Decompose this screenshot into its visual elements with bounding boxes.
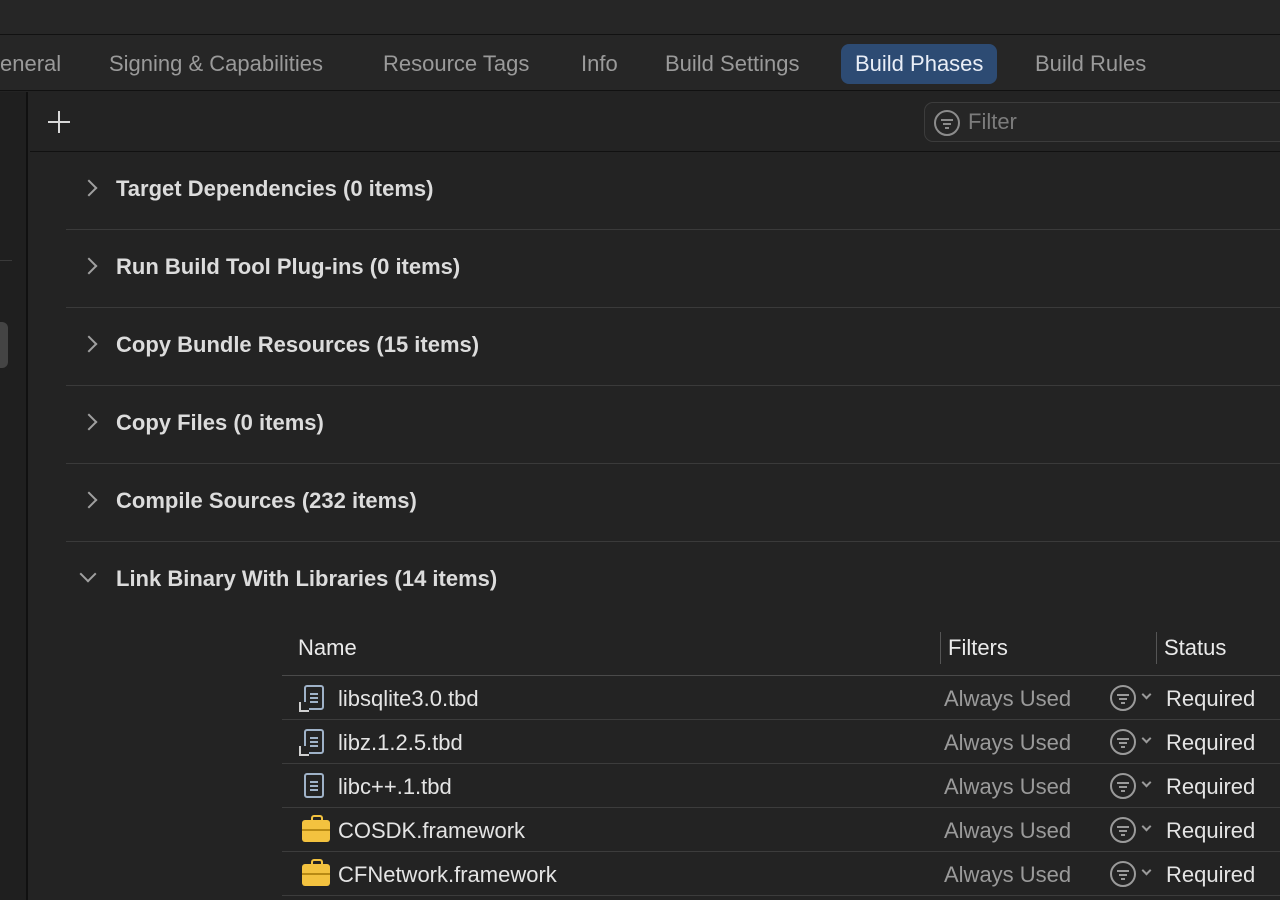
chevron-right-icon[interactable] xyxy=(80,413,98,431)
column-divider[interactable] xyxy=(1156,632,1157,664)
library-name: CFNetwork.framework xyxy=(338,862,557,887)
table-row[interactable]: CFNetwork.framework Always Used Required xyxy=(282,852,1280,896)
tab-resource-tags[interactable]: Resource Tags xyxy=(369,44,543,84)
library-filter: Always Used xyxy=(944,686,1072,711)
phase-title: Copy Files (0 items) xyxy=(116,410,324,435)
libraries-table: Name Filters Status libsqlite3.0.tbd Alw… xyxy=(282,622,1280,896)
library-filter: Always Used xyxy=(944,818,1072,843)
phase-link-binary-with-libraries[interactable]: Link Binary With Libraries (14 items) xyxy=(66,542,1280,620)
alias-arrow-icon xyxy=(299,746,309,756)
chevron-right-icon[interactable] xyxy=(80,179,98,197)
tab-build-phases[interactable]: Build Phases xyxy=(841,44,998,84)
sidebar-selected-item[interactable] xyxy=(0,322,8,368)
filter-input[interactable] xyxy=(968,107,1268,137)
column-divider[interactable] xyxy=(940,632,941,664)
library-name: libc++.1.tbd xyxy=(338,774,452,799)
table-header: Name Filters Status xyxy=(282,622,1280,676)
tab-info[interactable]: Info xyxy=(567,44,632,84)
chevron-down-icon xyxy=(1141,777,1152,788)
tab-build-rules[interactable]: Build Rules xyxy=(1021,44,1160,84)
chevron-down-icon xyxy=(1141,689,1152,700)
column-header-filters[interactable]: Filters xyxy=(948,635,1008,661)
phase-title: Run Build Tool Plug-ins (0 items) xyxy=(116,254,461,279)
filter-field xyxy=(924,102,1280,142)
library-filter: Always Used xyxy=(944,774,1072,799)
filter-icon xyxy=(1110,861,1136,887)
library-filter: Always Used xyxy=(944,862,1072,887)
library-status[interactable]: Required xyxy=(1166,686,1255,712)
framework-toolbox-icon xyxy=(302,859,330,886)
column-header-name[interactable]: Name xyxy=(298,635,357,661)
build-phases-toolbar xyxy=(30,92,1280,152)
library-status[interactable]: Required xyxy=(1166,818,1255,844)
tbd-file-icon xyxy=(304,773,324,798)
table-row[interactable]: libz.1.2.5.tbd Always Used Required xyxy=(282,720,1280,764)
filter-icon xyxy=(934,110,960,136)
alias-arrow-icon xyxy=(299,702,309,712)
tab-signing-capabilities[interactable]: Signing & Capabilities xyxy=(95,44,337,84)
library-status[interactable]: Required xyxy=(1166,774,1255,800)
chevron-right-icon[interactable] xyxy=(80,335,98,353)
phase-target-dependencies[interactable]: Target Dependencies (0 items) xyxy=(66,152,1280,230)
chevron-down-icon xyxy=(1141,821,1152,832)
filter-icon xyxy=(1110,817,1136,843)
platform-filter-button[interactable] xyxy=(1110,728,1154,756)
table-row[interactable]: libc++.1.tbd Always Used Required xyxy=(282,764,1280,808)
filter-icon xyxy=(1110,685,1136,711)
tab-general[interactable]: eneral xyxy=(0,44,75,84)
library-name: COSDK.framework xyxy=(338,818,526,843)
window-titlebar xyxy=(0,0,1280,35)
phase-run-build-tool-plugins[interactable]: Run Build Tool Plug-ins (0 items) xyxy=(66,230,1280,308)
library-status[interactable]: Required xyxy=(1166,730,1255,756)
platform-filter-button[interactable] xyxy=(1110,684,1154,712)
tab-build-settings[interactable]: Build Settings xyxy=(651,44,814,84)
phase-title: Target Dependencies (0 items) xyxy=(116,176,434,201)
platform-filter-button[interactable] xyxy=(1110,860,1154,888)
chevron-right-icon[interactable] xyxy=(80,491,98,509)
filter-icon xyxy=(1110,729,1136,755)
table-row[interactable]: COSDK.framework Always Used Required xyxy=(282,808,1280,852)
table-row[interactable]: libsqlite3.0.tbd Always Used Required xyxy=(282,676,1280,720)
library-filter: Always Used xyxy=(944,730,1072,755)
phase-title: Copy Bundle Resources (15 items) xyxy=(116,332,480,357)
chevron-right-icon[interactable] xyxy=(80,257,98,275)
phase-title: Compile Sources (232 items) xyxy=(116,488,417,513)
column-header-status[interactable]: Status xyxy=(1164,635,1226,661)
sidebar-divider xyxy=(0,260,12,261)
framework-toolbox-icon xyxy=(302,815,330,842)
plus-icon[interactable] xyxy=(44,106,74,136)
editor-tab-bar: eneral Signing & Capabilities Resource T… xyxy=(0,35,1280,91)
library-name: libsqlite3.0.tbd xyxy=(338,686,479,711)
phase-title: Link Binary With Libraries (14 items) xyxy=(116,566,498,591)
targets-sidebar xyxy=(0,92,28,900)
library-status[interactable]: Required xyxy=(1166,862,1255,888)
chevron-down-icon xyxy=(1141,733,1152,744)
phase-copy-bundle-resources[interactable]: Copy Bundle Resources (15 items) xyxy=(66,308,1280,386)
phase-copy-files[interactable]: Copy Files (0 items) xyxy=(66,386,1280,464)
platform-filter-button[interactable] xyxy=(1110,772,1154,800)
filter-icon xyxy=(1110,773,1136,799)
phase-compile-sources[interactable]: Compile Sources (232 items) xyxy=(66,464,1280,542)
library-name: libz.1.2.5.tbd xyxy=(338,730,463,755)
chevron-down-icon xyxy=(1141,865,1152,876)
platform-filter-button[interactable] xyxy=(1110,816,1154,844)
chevron-down-icon[interactable] xyxy=(79,565,97,583)
